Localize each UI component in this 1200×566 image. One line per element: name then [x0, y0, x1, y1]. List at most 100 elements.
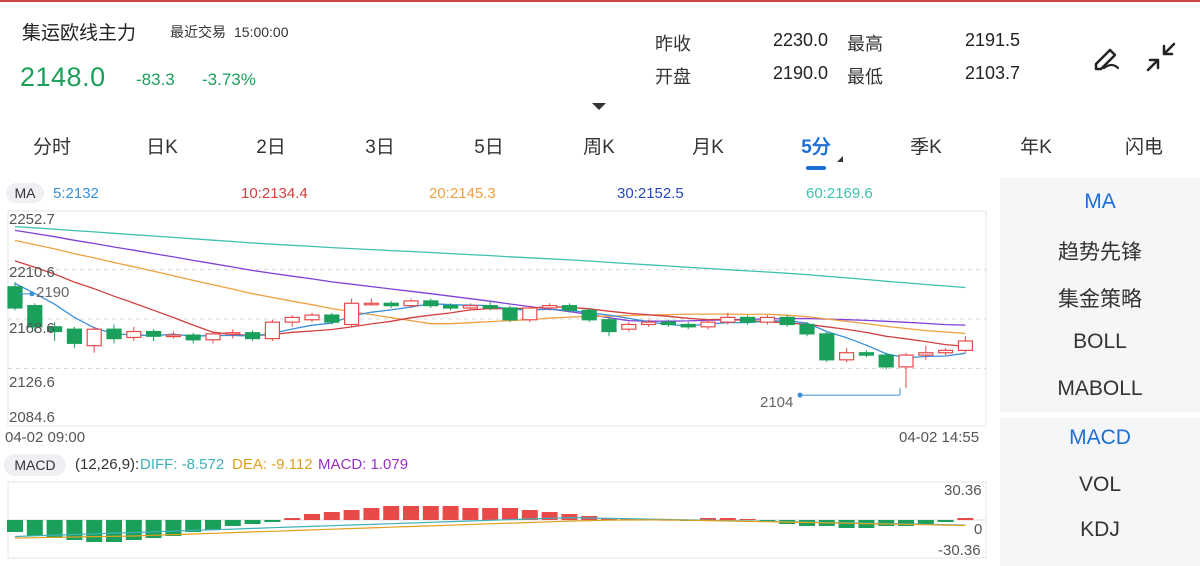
candle-body	[601, 319, 617, 333]
candle-body	[126, 330, 142, 339]
macd-bar	[442, 506, 459, 520]
macd-bar	[957, 518, 974, 520]
high-marker-dot	[29, 291, 35, 297]
indicator-ma[interactable]: MA	[1000, 190, 1200, 214]
candle-body	[937, 349, 954, 354]
candle-body	[304, 314, 320, 321]
y-tick-label: 2252.7	[9, 211, 55, 228]
macd-bar	[462, 508, 479, 520]
pen-draw-icon[interactable]	[1090, 40, 1124, 79]
candle-body	[878, 354, 894, 368]
candle-body	[146, 330, 162, 337]
candle-body	[957, 340, 974, 351]
macd-bar	[244, 520, 261, 524]
macd-bar	[363, 508, 380, 520]
x-start-label: 04-02 09:00	[5, 429, 86, 446]
indicator-kdj[interactable]: KDJ	[1000, 518, 1200, 542]
candle-body	[165, 334, 181, 338]
macd-diff: DIFF: -8.572	[140, 456, 225, 473]
macd-tick-label: 0	[974, 521, 983, 538]
y-tick-label: 2210.6	[9, 264, 55, 281]
macd-bar	[224, 520, 241, 526]
candle-body	[462, 305, 478, 309]
macd-bar	[264, 520, 281, 522]
high-marker-label: 2190	[36, 284, 70, 301]
candle-body	[284, 316, 300, 323]
macd-bar	[26, 520, 43, 536]
tab-flash[interactable]: 闪电	[1125, 132, 1163, 159]
indicator-boll[interactable]: BOLL	[1000, 330, 1200, 354]
macd-bar	[304, 514, 320, 520]
macd-dea: DEA: -9.112	[232, 456, 313, 473]
macd-bar	[422, 506, 439, 520]
macd-bar	[323, 512, 340, 520]
candle-body	[7, 286, 23, 309]
y-tick-label: 2126.6	[9, 374, 55, 391]
chart-frame	[7, 210, 987, 427]
candle-body	[640, 321, 657, 326]
macd-bar	[125, 520, 142, 540]
macd-bar	[86, 520, 103, 542]
candle-body	[898, 354, 914, 368]
y-tick-label: 2168.6	[9, 320, 55, 337]
macd-tick-label: -30.36	[938, 542, 981, 559]
macd-bar	[343, 510, 360, 520]
macd-params: (12,26,9):	[75, 456, 140, 473]
macd-value: MACD: 1.079	[318, 456, 409, 473]
macd-bar	[898, 520, 914, 526]
candle-body	[86, 328, 102, 347]
x-end-label: 04-02 14:55	[899, 429, 980, 446]
indicator-strategy[interactable]: 集金策略	[1000, 283, 1200, 313]
macd-bar	[838, 520, 855, 528]
candle-body	[541, 305, 558, 309]
candle-body	[759, 316, 776, 323]
candle-body	[383, 302, 399, 307]
ma60-line	[14, 225, 966, 289]
indicator-macd[interactable]: MACD	[1000, 426, 1200, 450]
tab-year-k[interactable]: 年K	[1020, 132, 1052, 159]
candle-body	[403, 300, 419, 307]
macd-bar	[937, 520, 954, 522]
candle-body	[482, 305, 498, 309]
macd-bar	[106, 520, 122, 542]
candle-body	[660, 321, 677, 326]
candle-body	[502, 307, 518, 321]
candle-body	[700, 321, 716, 328]
macd-bar	[7, 520, 23, 532]
indicator-maboll[interactable]: MABOLL	[1000, 377, 1200, 401]
candle-body	[858, 352, 875, 356]
candle-body	[739, 316, 756, 323]
macd-bar	[205, 520, 221, 530]
candle-body	[205, 333, 221, 341]
candle-body	[225, 332, 241, 335]
macd-bar	[482, 508, 499, 520]
candle-body	[185, 334, 201, 341]
candle-body	[561, 305, 578, 311]
macd-bar	[739, 519, 756, 520]
macd-bar	[502, 508, 518, 520]
candle-body	[819, 333, 835, 361]
indicator-trend[interactable]: 趋势先锋	[1000, 236, 1200, 266]
macd-bar	[165, 520, 182, 536]
low-marker-dot	[797, 392, 803, 398]
low-marker-label: 2104	[760, 394, 794, 411]
indicator-vol[interactable]: VOL	[1000, 473, 1200, 497]
candle-body	[581, 309, 597, 321]
collapse-arrows-icon[interactable]	[1144, 40, 1178, 79]
candle-body	[324, 314, 340, 323]
candle-body	[106, 328, 122, 340]
candle-body	[918, 352, 934, 356]
candle-body	[344, 302, 360, 326]
macd-badge[interactable]: MACD	[4, 454, 66, 476]
candle-body	[621, 323, 637, 330]
macd-bar	[917, 520, 934, 524]
macd-bar	[403, 506, 419, 520]
indicator-panel-separator	[1000, 412, 1200, 418]
candle-body	[779, 316, 795, 326]
candle-body	[245, 332, 261, 340]
candle-body	[680, 323, 696, 328]
macd-bar	[284, 518, 301, 520]
y-tick-label: 2084.6	[9, 409, 55, 426]
candle-body	[838, 352, 855, 361]
kline-chart[interactable]	[0, 0, 1000, 566]
